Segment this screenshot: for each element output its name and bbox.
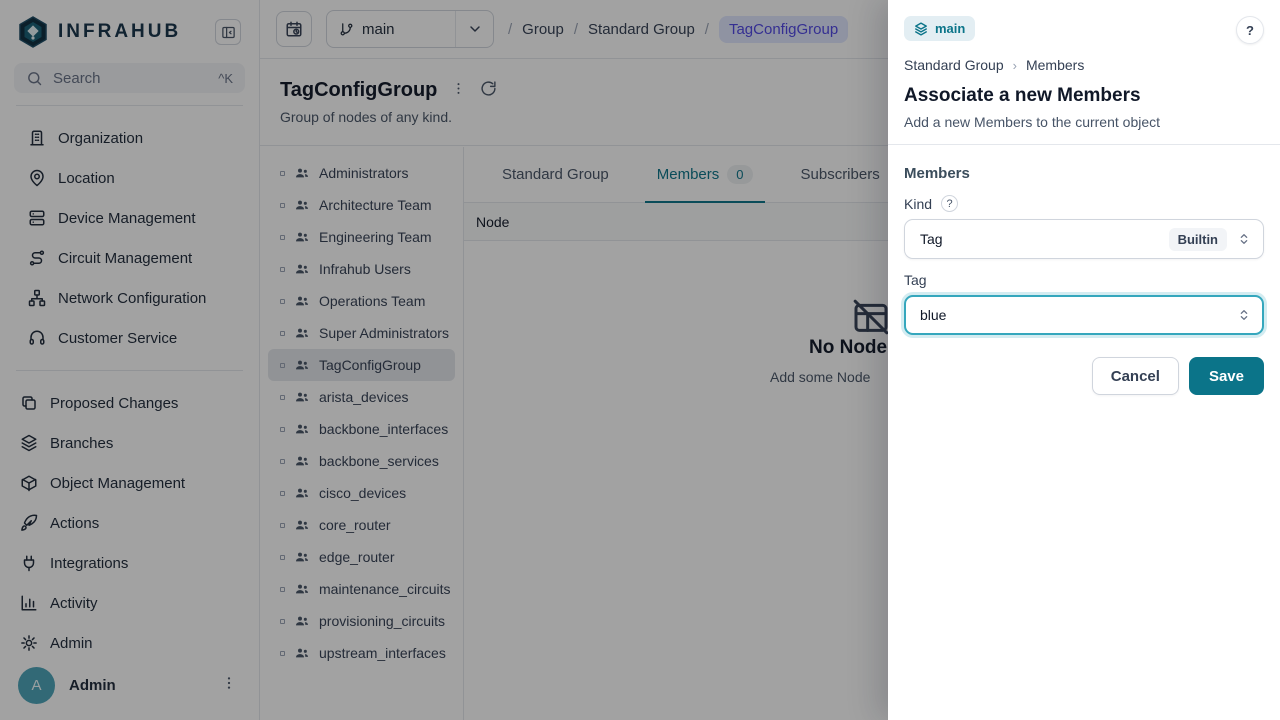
cancel-button[interactable]: Cancel (1092, 357, 1179, 395)
kind-select[interactable]: Tag Builtin (904, 219, 1264, 259)
tag-select-value: blue (920, 307, 1236, 323)
drawer-form: Members Kind ? Tag Builtin Tag blue Canc… (888, 145, 1280, 415)
chevrons-up-down-icon (1236, 307, 1252, 323)
associate-members-drawer: main ? Standard Group › Members Associat… (888, 0, 1280, 720)
kind-field-label: Kind (904, 196, 932, 212)
drawer-breadcrumb: Standard Group › Members (904, 57, 1264, 73)
drawer-breadcrumb-members[interactable]: Members (1026, 57, 1084, 73)
chevron-right-icon: › (1013, 58, 1017, 73)
drawer-subtitle: Add a new Members to the current object (904, 114, 1264, 130)
kind-builtin-badge: Builtin (1169, 228, 1227, 251)
help-button[interactable]: ? (1236, 16, 1264, 44)
drawer-header: main ? Standard Group › Members Associat… (888, 0, 1280, 145)
tag-field-label: Tag (904, 272, 927, 288)
chevrons-up-down-icon (1236, 231, 1252, 247)
layers-icon (914, 22, 928, 36)
kind-help-icon[interactable]: ? (941, 195, 958, 212)
drawer-breadcrumb-standard-group[interactable]: Standard Group (904, 57, 1004, 73)
form-section-heading: Members (904, 165, 1264, 182)
tag-select[interactable]: blue (904, 295, 1264, 335)
kind-select-value: Tag (920, 231, 1169, 247)
branch-badge: main (904, 16, 975, 41)
drawer-title: Associate a new Members (904, 85, 1264, 107)
save-button[interactable]: Save (1189, 357, 1264, 395)
branch-badge-label: main (935, 21, 965, 36)
